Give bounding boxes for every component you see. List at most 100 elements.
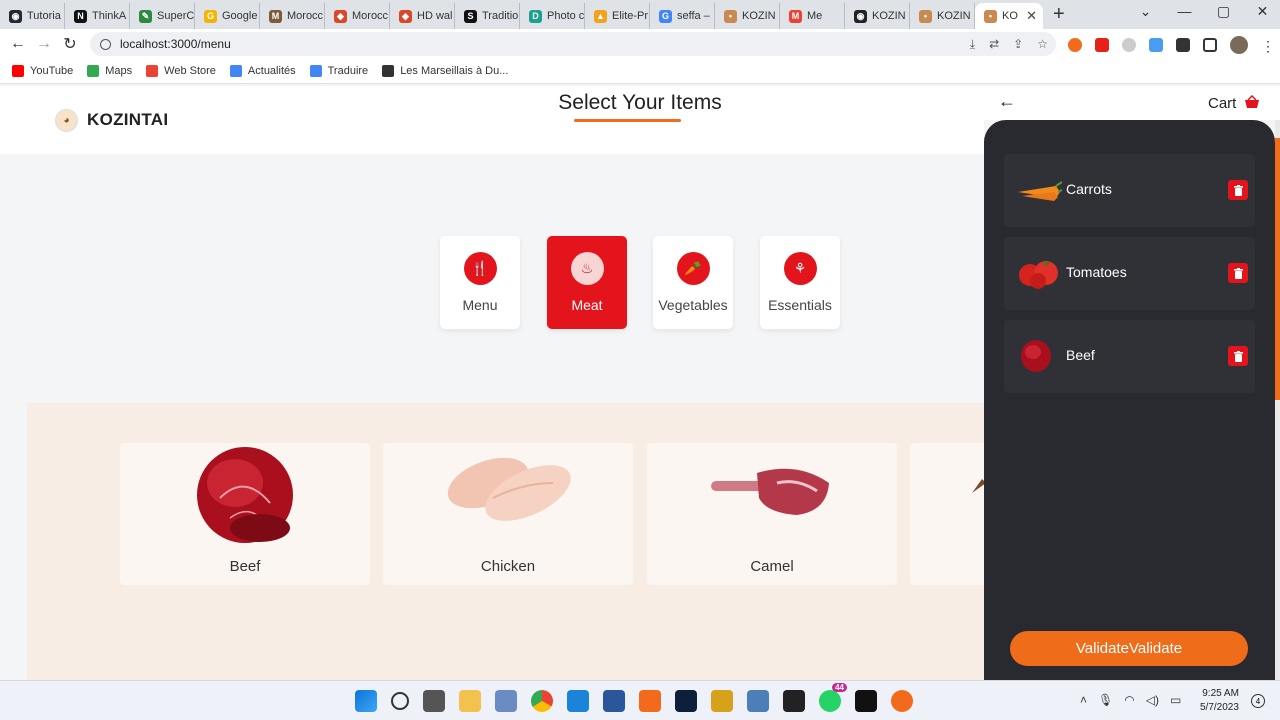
- tab-label: seffa –: [677, 10, 710, 22]
- clock[interactable]: 9:25 AM 5/7/2023: [1200, 687, 1239, 715]
- browser-tab[interactable]: ◆ Morocc: [325, 3, 390, 29]
- tab-search-icon[interactable]: ⌄: [1126, 3, 1165, 20]
- browser-tab[interactable]: D Photo c: [520, 3, 585, 29]
- trash-icon[interactable]: [1228, 180, 1248, 200]
- category-menu[interactable]: 🍴 Menu: [440, 236, 520, 329]
- extension-icon[interactable]: [1122, 38, 1136, 52]
- title-underline: [574, 119, 681, 122]
- minimize-button[interactable]: —: [1165, 3, 1204, 20]
- product-card-chicken[interactable]: Chicken: [383, 443, 633, 585]
- youtube-ext-icon[interactable]: [1095, 38, 1109, 52]
- trash-icon[interactable]: [1228, 346, 1248, 366]
- close-tab-icon[interactable]: ✕: [1026, 8, 1037, 24]
- vscode-icon[interactable]: [567, 690, 589, 712]
- browser-tab[interactable]: • KOZIN: [715, 3, 780, 29]
- browser-tab[interactable]: ◉ Tutoria: [0, 3, 65, 29]
- browser-tab[interactable]: M Morocc: [260, 3, 325, 29]
- back-arrow-icon[interactable]: ←: [5, 35, 31, 53]
- reload-icon[interactable]: ↻: [57, 34, 83, 54]
- category-essentials[interactable]: ⚘ Essentials: [760, 236, 840, 329]
- avatar[interactable]: [1230, 36, 1248, 54]
- browser-tab[interactable]: ✎ SuperC: [130, 3, 195, 29]
- forward-arrow-icon[interactable]: →: [31, 35, 57, 53]
- url-text[interactable]: localhost:3000/menu: [120, 37, 231, 51]
- menu-dots-icon[interactable]: ⋮: [1261, 38, 1275, 54]
- install-app-icon[interactable]: ⤓: [970, 37, 975, 52]
- product-card-camel[interactable]: Camel: [647, 443, 897, 585]
- microphone-icon[interactable]: 🎙: [1098, 693, 1113, 707]
- date: 5/7/2023: [1200, 702, 1239, 713]
- maximize-button[interactable]: ▢: [1204, 3, 1243, 20]
- close-window-button[interactable]: ✕: [1243, 3, 1280, 20]
- browser-tab[interactable]: ◉ KOZIN: [845, 3, 910, 29]
- browser-tab[interactable]: S Traditio: [455, 3, 520, 29]
- browser-tab[interactable]: G Google: [195, 3, 260, 29]
- browser-tab[interactable]: Gseffa –: [650, 3, 715, 29]
- postman-icon[interactable]: [891, 690, 913, 712]
- task-view-icon[interactable]: [423, 690, 445, 712]
- product-card-beef[interactable]: Beef: [120, 443, 370, 585]
- photoshop-icon[interactable]: [675, 690, 697, 712]
- bookmark-item[interactable]: Traduire: [309, 65, 368, 77]
- browser-tab[interactable]: M Me: [780, 3, 845, 29]
- battery-icon[interactable]: ▭: [1170, 693, 1181, 707]
- new-tab-button[interactable]: +: [1053, 3, 1065, 26]
- side-panel-icon[interactable]: [1203, 38, 1217, 52]
- chevron-up-icon[interactable]: ˄: [1080, 693, 1087, 707]
- volume-icon[interactable]: ◁): [1146, 693, 1159, 707]
- category-label: Menu: [462, 297, 498, 313]
- browser-tab[interactable]: ▲ Elite-Pr: [585, 3, 650, 29]
- bookmark-item[interactable]: Les Marseillais à Du...: [382, 65, 508, 77]
- validate-button[interactable]: ValidateValidate: [1010, 631, 1248, 666]
- product-card-partial[interactable]: [910, 443, 984, 585]
- start-icon[interactable]: [355, 690, 377, 712]
- word-icon[interactable]: [603, 690, 625, 712]
- trash-icon[interactable]: [1228, 263, 1248, 283]
- bookmark-item[interactable]: Web Store: [146, 65, 216, 77]
- category-meat[interactable]: ♨ Meat: [547, 236, 627, 329]
- chrome-icon[interactable]: [531, 690, 553, 712]
- app-icon[interactable]: [711, 690, 733, 712]
- bookmark-item[interactable]: Actualités: [229, 65, 296, 77]
- cart-item[interactable]: Beef: [1004, 320, 1255, 393]
- product-name: Chicken: [480, 558, 536, 575]
- brave-icon[interactable]: [1068, 38, 1082, 52]
- cart-item[interactable]: Carrots: [1004, 154, 1255, 227]
- bookmark-star-icon[interactable]: ☆: [1037, 37, 1048, 52]
- cart-scrollbar[interactable]: [1275, 120, 1280, 680]
- wifi-icon[interactable]: ◠: [1124, 693, 1134, 707]
- bookmark-item[interactable]: YouTube: [12, 65, 73, 77]
- site-info-icon[interactable]: [100, 38, 111, 50]
- photos-icon[interactable]: [495, 690, 517, 712]
- whatsapp-icon[interactable]: 44: [819, 683, 847, 712]
- cart-panel: Carrots Tomatoes Beef: [984, 120, 1275, 680]
- browser-tab[interactable]: ◆ HD wal: [390, 3, 455, 29]
- browser-tab-active[interactable]: • KO ✕: [975, 3, 1043, 29]
- terminal-icon[interactable]: [783, 690, 805, 712]
- address-bar[interactable]: localhost:3000/menu ⤓ ⇄ ⇪ ☆: [90, 32, 1056, 56]
- file-explorer-icon[interactable]: [459, 690, 481, 712]
- camel-image: [711, 468, 829, 515]
- translate-icon[interactable]: ⇄: [989, 37, 999, 52]
- extension-icon[interactable]: [1149, 38, 1163, 52]
- browser-tab[interactable]: N ThinkA: [65, 3, 130, 29]
- app-icon[interactable]: [747, 690, 769, 712]
- bookmark-icon: [309, 65, 322, 77]
- cmd-icon[interactable]: [855, 690, 877, 712]
- whatsapp-badge: 44: [832, 683, 847, 692]
- tab-favicon-icon: •: [984, 9, 997, 23]
- notification-count[interactable]: 4: [1251, 694, 1265, 708]
- tab-favicon-icon: G: [659, 9, 672, 23]
- browser-tab[interactable]: • KOZIN: [910, 3, 975, 29]
- puzzle-icon[interactable]: [1176, 38, 1190, 52]
- back-arrow-icon[interactable]: ←: [998, 91, 1016, 112]
- bookmark-item[interactable]: Maps: [87, 65, 132, 77]
- share-icon[interactable]: ⇪: [1013, 37, 1023, 52]
- cart-item[interactable]: Tomatoes: [1004, 237, 1255, 310]
- bookmark-label: Les Marseillais à Du...: [400, 65, 509, 77]
- brave-icon[interactable]: [639, 690, 661, 712]
- basket-icon[interactable]: [1244, 95, 1260, 109]
- scrollbar-thumb[interactable]: [1275, 138, 1280, 400]
- category-vegetables[interactable]: 🥕 Vegetables: [653, 236, 733, 329]
- search-icon[interactable]: [391, 692, 409, 710]
